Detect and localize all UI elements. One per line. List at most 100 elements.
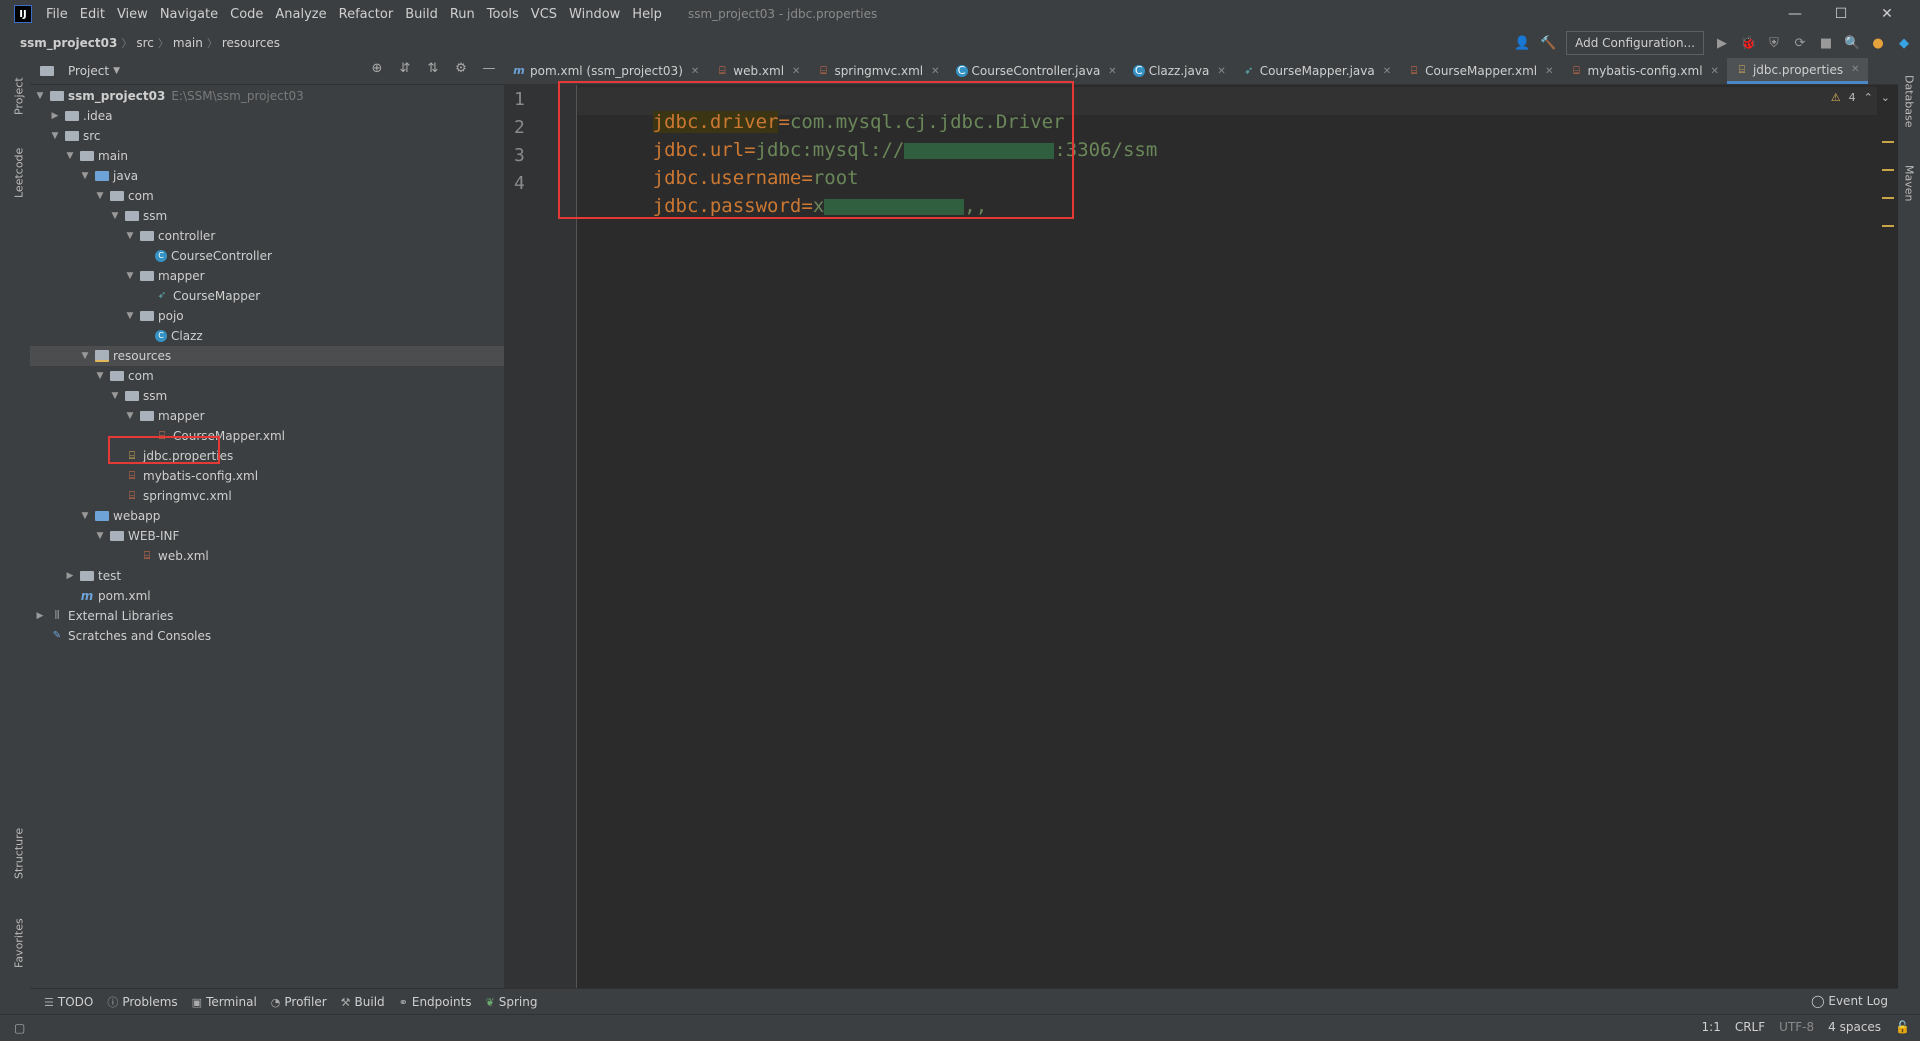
tree-item[interactable]: ▼ java (30, 166, 504, 186)
tree-item[interactable]: ▼ mapper (30, 406, 504, 426)
chevron-down-icon[interactable]: ⌄ (1881, 91, 1890, 104)
profile-icon[interactable]: ⟳ (1792, 36, 1808, 51)
chevron-down-icon[interactable]: ▼ (109, 211, 121, 221)
tree-item[interactable]: ▶ test (30, 566, 504, 586)
tree-item[interactable]: m pom.xml (30, 586, 504, 606)
close-tab-icon[interactable]: ✕ (1711, 66, 1719, 77)
tree-item[interactable]: ▼ ssm (30, 386, 504, 406)
tree-item[interactable]: ▼ controller (30, 226, 504, 246)
chevron-down-icon[interactable]: ▼ (79, 511, 91, 521)
tab-favorites[interactable]: Favorites (8, 908, 30, 978)
tree-item[interactable]: ⌸ web.xml (30, 546, 504, 566)
tree-item[interactable]: ▼ WEB-INF (30, 526, 504, 546)
tree-item[interactable]: ▼ pojo (30, 306, 504, 326)
chevron-down-icon[interactable]: ▼ (49, 131, 61, 141)
menu-file[interactable]: File (40, 7, 74, 22)
tab-maven[interactable]: Maven (1898, 153, 1920, 213)
chevron-down-icon[interactable]: ▼ (124, 411, 136, 421)
add-configuration-button[interactable]: Add Configuration... (1566, 31, 1704, 55)
tree-item[interactable]: ✎ Scratches and Consoles (30, 626, 504, 646)
maximize-button[interactable]: ☐ (1818, 0, 1864, 28)
tree-item[interactable]: ⌸ CourseMapper.xml (30, 426, 504, 446)
menu-run[interactable]: Run (444, 7, 481, 22)
breadcrumb-main[interactable]: main (169, 36, 207, 50)
menu-help[interactable]: Help (626, 7, 668, 22)
chevron-down-icon[interactable]: ▼ (109, 391, 121, 401)
editor-tab[interactable]: ➶ CourseMapper.java ✕ (1234, 58, 1399, 84)
tool-endpoints[interactable]: ⚭ Endpoints (399, 995, 472, 1009)
chevron-right-icon[interactable]: ▶ (64, 571, 76, 581)
tree-item[interactable]: ▶ ⫼ External Libraries (30, 606, 504, 626)
tree-item[interactable]: ▼ main (30, 146, 504, 166)
chevron-down-icon[interactable]: ▼ (113, 66, 120, 76)
menu-view[interactable]: View (111, 7, 154, 22)
tree-item[interactable]: ▼ com (30, 186, 504, 206)
menu-vcs[interactable]: VCS (525, 7, 563, 22)
tree-item[interactable]: ▼ ssm_project03 E:\SSM\ssm_project03 (30, 86, 504, 106)
editor-tab[interactable]: ⌸ jdbc.properties ✕ (1726, 58, 1868, 84)
file-encoding[interactable]: UTF-8 (1779, 1020, 1814, 1034)
tree-item[interactable]: C Clazz (30, 326, 504, 346)
tree-item[interactable]: ▼ ssm (30, 206, 504, 226)
line-separator[interactable]: CRLF (1735, 1020, 1765, 1034)
tree-item[interactable]: ⌸ jdbc.properties (30, 446, 504, 466)
editor-tab[interactable]: C Clazz.java ✕ (1125, 58, 1234, 84)
chevron-right-icon[interactable]: ▶ (34, 611, 46, 621)
hammer-icon[interactable]: 🔨 (1540, 36, 1556, 51)
tab-structure[interactable]: Structure (8, 818, 30, 888)
warning-marker[interactable] (1882, 197, 1894, 199)
search-icon[interactable]: 🔍 (1844, 36, 1860, 51)
code-editor[interactable]: 1 2 3 4 jdbc.driver=com.mysql.cj.jdbc.Dr… (504, 81, 1898, 988)
close-tab-icon[interactable]: ✕ (1108, 66, 1116, 77)
warning-marker[interactable] (1882, 169, 1894, 171)
locate-icon[interactable]: ⊕ (368, 61, 386, 76)
gear-icon[interactable]: ⚙ (452, 61, 470, 76)
tool-build[interactable]: ⚒ Build (341, 995, 385, 1009)
menu-code[interactable]: Code (224, 7, 269, 22)
chevron-down-icon[interactable]: ▼ (79, 171, 91, 181)
chevron-down-icon[interactable]: ▼ (79, 351, 91, 361)
minimize-button[interactable]: — (1772, 0, 1818, 28)
chevron-down-icon[interactable]: ▼ (94, 191, 106, 201)
hide-icon[interactable]: — (480, 61, 498, 76)
tree-item[interactable]: ▼ com (30, 366, 504, 386)
tree-item[interactable]: ▼ webapp (30, 506, 504, 526)
chevron-down-icon[interactable]: ▼ (124, 271, 136, 281)
breadcrumb-src[interactable]: src (132, 36, 158, 50)
chevron-down-icon[interactable]: ▼ (94, 371, 106, 381)
tree-item[interactable]: C CourseController (30, 246, 504, 266)
tab-leetcode[interactable]: Leetcode (8, 138, 30, 208)
chevron-down-icon[interactable]: ▼ (64, 151, 76, 161)
user-icon[interactable]: 👤 (1514, 36, 1530, 51)
chevron-down-icon[interactable]: ▼ (124, 311, 136, 321)
run-icon[interactable]: ▶ (1714, 36, 1730, 51)
tool-profiler[interactable]: ◔ Profiler (271, 995, 327, 1009)
debug-icon[interactable]: 🐞 (1740, 36, 1756, 51)
close-tab-icon[interactable]: ✕ (1217, 66, 1225, 77)
close-tab-icon[interactable]: ✕ (691, 66, 699, 77)
warning-marker[interactable] (1882, 225, 1894, 227)
tree-item[interactable]: ➶ CourseMapper (30, 286, 504, 306)
menu-navigate[interactable]: Navigate (154, 7, 224, 22)
close-tab-icon[interactable]: ✕ (931, 66, 939, 77)
caret-position[interactable]: 1:1 (1702, 1020, 1721, 1034)
collapse-all-icon[interactable]: ⇅ (424, 61, 442, 76)
menu-window[interactable]: Window (563, 7, 626, 22)
expand-all-icon[interactable]: ⇵ (396, 61, 414, 76)
lock-icon[interactable]: 🔓 (1895, 1020, 1910, 1034)
chevron-up-icon[interactable]: ⌃ (1864, 91, 1873, 104)
event-log-button[interactable]: ◯ Event Log (1811, 994, 1888, 1008)
tool-terminal[interactable]: ▣ Terminal (192, 995, 257, 1009)
menu-build[interactable]: Build (399, 7, 444, 22)
tree-item[interactable]: ⌸ springmvc.xml (30, 486, 504, 506)
stop-icon[interactable]: ■ (1818, 36, 1834, 51)
toggle-tool-windows-icon[interactable]: ▢ (14, 1021, 25, 1035)
menu-refactor[interactable]: Refactor (333, 7, 400, 22)
editor-tab[interactable]: ⌸ mybatis-config.xml ✕ (1562, 58, 1727, 84)
indent-setting[interactable]: 4 spaces (1828, 1020, 1881, 1034)
close-tab-icon[interactable]: ✕ (1851, 64, 1859, 75)
close-tab-icon[interactable]: ✕ (1383, 66, 1391, 77)
update-icon[interactable]: ● (1870, 36, 1886, 51)
chevron-down-icon[interactable]: ▼ (94, 531, 106, 541)
menu-tools[interactable]: Tools (481, 7, 525, 22)
